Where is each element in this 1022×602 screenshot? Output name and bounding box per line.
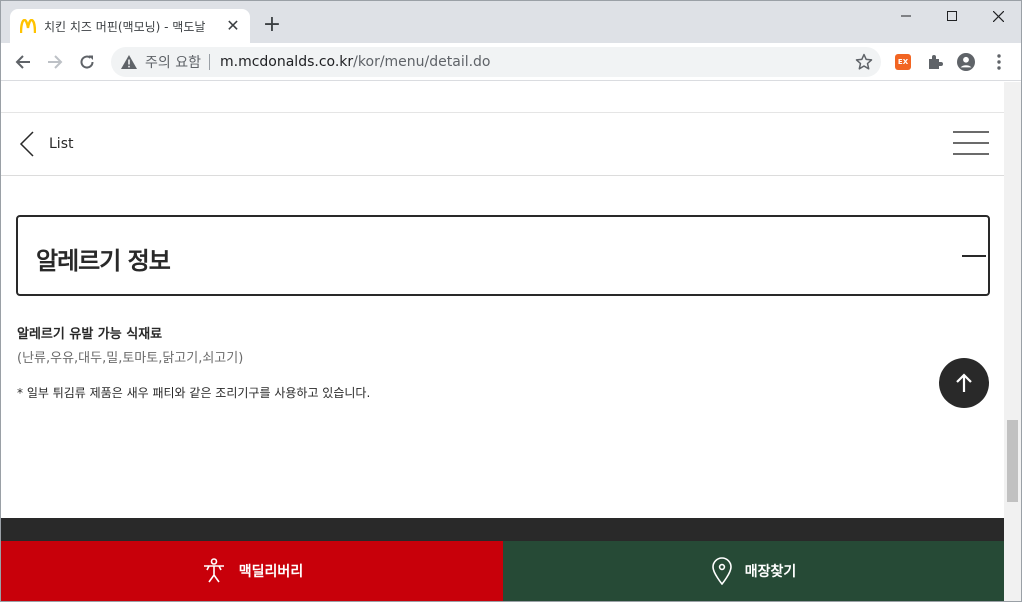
page-scrollbar[interactable]: [1004, 82, 1021, 601]
url-path: /kor/menu/detail.do: [353, 54, 491, 70]
url-host: m.mcdonalds.co.kr: [219, 54, 354, 70]
extensions-puzzle-icon[interactable]: [926, 53, 944, 71]
window-close-button[interactable]: [975, 1, 1021, 31]
list-back-button[interactable]: List: [19, 131, 73, 157]
warning-icon[interactable]: [121, 55, 137, 69]
mcdonalds-logo-icon: [20, 18, 36, 34]
new-tab-button[interactable]: +: [260, 13, 284, 37]
forward-nav-button[interactable]: [42, 49, 68, 75]
section-title: 알레르기 정보: [36, 247, 171, 275]
store-finder-button[interactable]: 매장찾기: [503, 541, 1004, 601]
maximize-icon: [947, 11, 957, 21]
delivery-rider-icon: [203, 558, 224, 583]
tab-strip: 치킨 치즈 머핀(맥모닝) - 맥도날 ✕ +: [1, 1, 1021, 43]
web-page: List 알레르기 정보 알레르기 유발 가능 식재료 (난류,우유,대두,밀,…: [1, 82, 1004, 601]
tab-close-icon[interactable]: ✕: [224, 17, 242, 35]
omnibox-divider: [208, 54, 210, 70]
window-close-icon: [992, 10, 1004, 22]
bookmark-star-icon[interactable]: [855, 53, 873, 71]
arrow-up-icon: [956, 373, 972, 392]
scroll-to-top-button[interactable]: [939, 358, 989, 408]
maximize-button[interactable]: [929, 1, 975, 31]
extension-badge-text: EX: [897, 58, 909, 66]
store-finder-label: 매장찾기: [744, 564, 797, 580]
reload-button[interactable]: [74, 49, 100, 75]
allergy-heading: 알레르기 유발 가능 식재료: [17, 327, 163, 342]
scrollbar-thumb[interactable]: [1007, 420, 1018, 502]
address-bar[interactable]: 주의 요함 m.mcdonalds.co.kr /kor/menu/detail…: [111, 47, 881, 77]
browser-window: 치킨 치즈 머핀(맥모닝) - 맥도날 ✕ + 주의 요함 m.mcdonald…: [0, 0, 1022, 602]
browser-menu-kebab-icon[interactable]: [990, 53, 1008, 71]
map-pin-icon: [711, 557, 732, 585]
hamburger-menu-icon[interactable]: [953, 131, 989, 157]
tab-title: 치킨 치즈 머핀(맥모닝) - 맥도날: [44, 19, 206, 34]
page-subheader: List: [1, 112, 1004, 176]
allergy-info-accordion[interactable]: 알레르기 정보: [16, 215, 990, 296]
minimize-button[interactable]: [883, 1, 929, 31]
browser-tab[interactable]: 치킨 치즈 머핀(맥모닝) - 맥도날 ✕: [10, 9, 250, 43]
chevron-left-icon: [19, 131, 34, 157]
browser-toolbar: 주의 요함 m.mcdonalds.co.kr /kor/menu/detail…: [1, 43, 1021, 81]
arrow-left-icon: [15, 55, 30, 69]
back-nav-button[interactable]: [10, 49, 36, 75]
profile-avatar-icon[interactable]: [957, 53, 975, 71]
extension-ex-icon[interactable]: EX: [894, 53, 912, 71]
allergy-ingredients: (난류,우유,대두,밀,토마토,닭고기,쇠고기): [17, 351, 244, 366]
back-label: List: [49, 136, 74, 152]
arrow-right-icon: [48, 55, 63, 69]
allergy-note: * 일부 튀김류 제품은 새우 패티와 같은 조리기구를 사용하고 있습니다.: [17, 386, 371, 400]
bottom-action-bar: 맥딜리버리 매장찾기: [1, 541, 1004, 601]
mcdelivery-label: 맥딜리버리: [238, 564, 304, 580]
security-status-text[interactable]: 주의 요함: [145, 52, 201, 72]
reload-icon: [80, 55, 94, 69]
minimize-icon: [901, 15, 911, 17]
mcdelivery-button[interactable]: 맥딜리버리: [1, 541, 503, 601]
collapse-minus-icon[interactable]: [962, 255, 986, 257]
